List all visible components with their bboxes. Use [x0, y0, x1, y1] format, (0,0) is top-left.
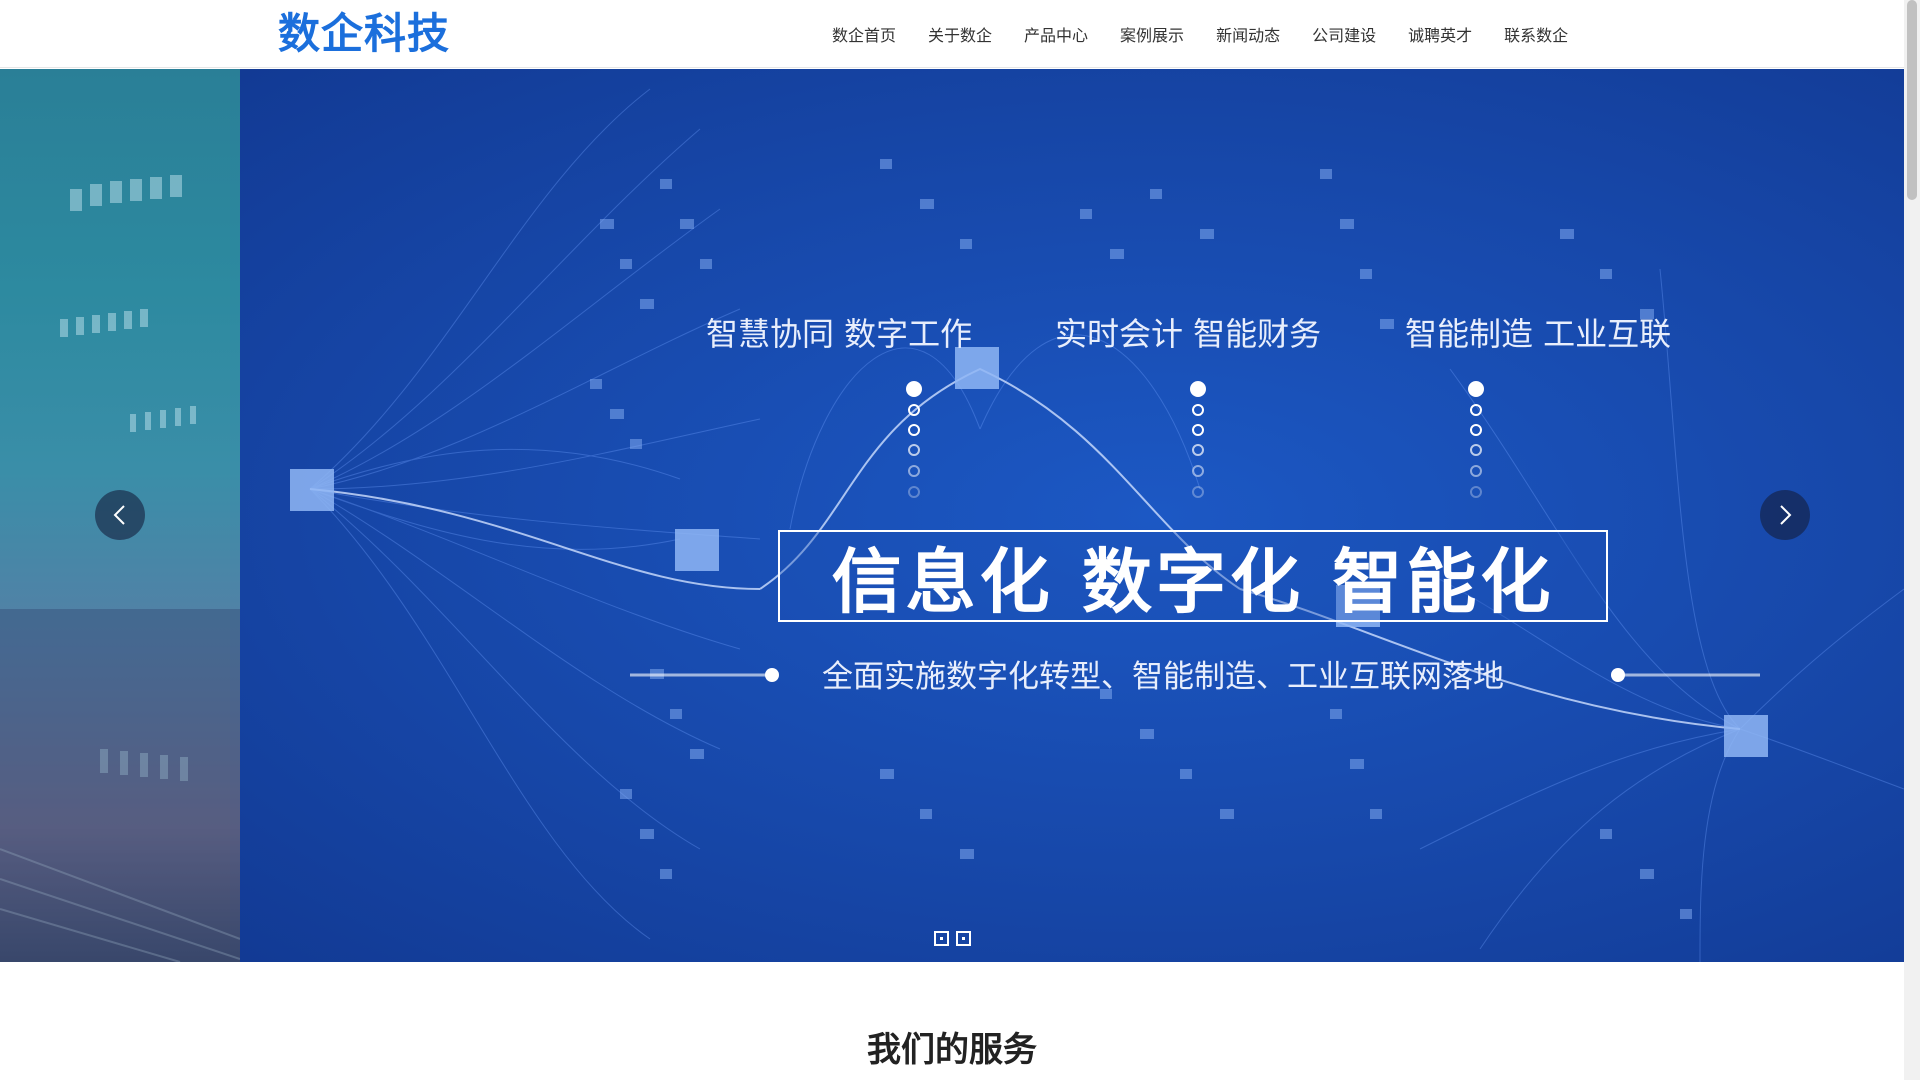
chevron-right-icon — [1780, 505, 1792, 525]
prev-slide-button[interactable] — [95, 490, 145, 540]
tagline-manufacturing: 智能制造 工业互联 — [1405, 315, 1672, 353]
services-section-title: 我们的服务 — [867, 1030, 1037, 1070]
page: 数企科技 数企首页 关于数企 产品中心 案例展示 新闻动态 公司建设 诚聘英才 … — [0, 0, 1920, 1080]
slide-dot-2[interactable] — [956, 931, 971, 946]
hero-banner: 智慧协同 数字工作 实时会计 智能财务 智能制造 工业互联 信息化 数字化 智能… — [0, 69, 1904, 962]
subline-text: 全面实施数字化转型、智能制造、工业互联网落地 — [822, 659, 1504, 695]
slide-dot-1[interactable] — [934, 931, 949, 946]
nav-item-contact[interactable]: 联系数企 — [1504, 22, 1568, 46]
headline-box: 信息化 数字化 智能化 — [778, 530, 1608, 623]
site-header: 数企科技 数企首页 关于数企 产品中心 案例展示 新闻动态 公司建设 诚聘英才 … — [0, 0, 1904, 68]
nav-item-news[interactable]: 新闻动态 — [1216, 22, 1280, 46]
tagline-collaboration: 智慧协同 数字工作 — [706, 315, 973, 353]
chevron-left-icon — [113, 505, 125, 525]
next-slide-button[interactable] — [1760, 490, 1810, 540]
nav-item-home[interactable]: 数企首页 — [832, 22, 896, 46]
network-lines-graphic — [290, 88, 1904, 962]
slide-indicators — [934, 931, 978, 946]
scrollbar-thumb[interactable] — [1907, 0, 1917, 200]
tagline-finance: 实时会计 智能财务 — [1055, 315, 1322, 353]
nav-item-careers[interactable]: 诚聘英才 — [1408, 22, 1472, 46]
page-scrollbar[interactable] — [1904, 0, 1920, 1080]
site-logo[interactable]: 数企科技 — [278, 8, 450, 60]
nav-item-cases[interactable]: 案例展示 — [1120, 22, 1184, 46]
main-nav: 数企首页 关于数企 产品中心 案例展示 新闻动态 公司建设 诚聘英才 联系数企 — [832, 0, 1568, 68]
nav-item-products[interactable]: 产品中心 — [1024, 22, 1088, 46]
headline-text: 信息化 数字化 智能化 — [831, 540, 1555, 623]
nav-item-company[interactable]: 公司建设 — [1312, 22, 1376, 46]
nav-item-about[interactable]: 关于数企 — [928, 22, 992, 46]
